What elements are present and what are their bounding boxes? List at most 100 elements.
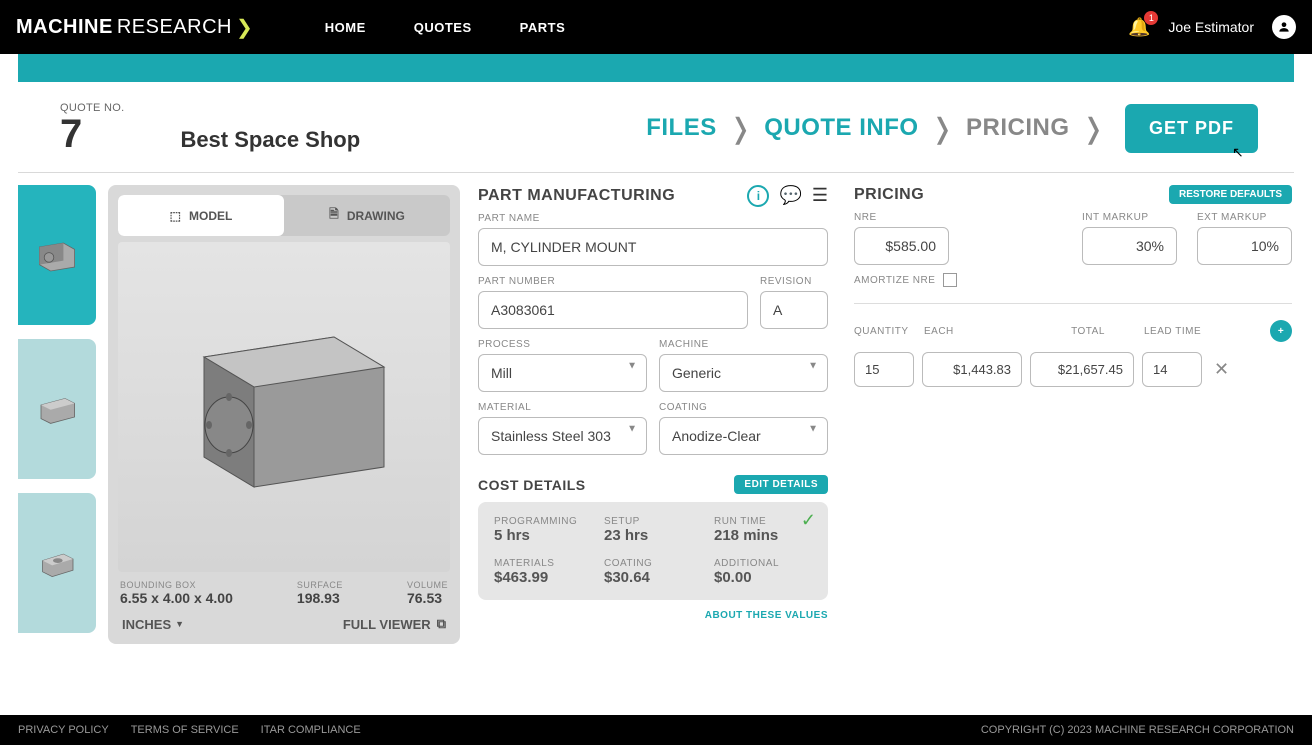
- about-values-link[interactable]: ABOUT THESE VALUES: [705, 610, 828, 621]
- ext-markup-label: EXT MARKUP: [1197, 212, 1292, 223]
- revision-label: REVISION: [760, 276, 828, 287]
- units-label: INCHES: [122, 617, 171, 632]
- restore-defaults-button[interactable]: RESTORE DEFAULTS: [1169, 185, 1292, 204]
- surface-value: 198.93: [297, 590, 343, 606]
- viewer-tabs: ⬚ MODEL 🗎 DRAWING: [118, 195, 450, 236]
- footer-privacy[interactable]: PRIVACY POLICY: [18, 724, 109, 736]
- quantity-input[interactable]: [854, 352, 914, 387]
- list-icon[interactable]: ☰: [812, 185, 828, 207]
- logo-chevron-icon: ❯: [236, 15, 253, 40]
- get-pdf-button[interactable]: GET PDF: [1125, 104, 1258, 153]
- coating-cost-value: $30.64: [604, 569, 702, 586]
- info-icon[interactable]: i: [747, 185, 769, 207]
- programming-value: 5 hrs: [494, 527, 592, 544]
- volume-value: 76.53: [407, 590, 448, 606]
- thumbnail-2[interactable]: [18, 339, 96, 479]
- step-files[interactable]: FILES: [646, 114, 717, 142]
- machine-label: MACHINE: [659, 339, 828, 350]
- footer-tos[interactable]: TERMS OF SERVICE: [131, 724, 239, 736]
- thumbnail-1[interactable]: [18, 185, 96, 325]
- total-input[interactable]: [1030, 352, 1134, 387]
- teal-strip: [18, 54, 1294, 82]
- col-each: EACH: [924, 326, 1032, 337]
- mfg-title: PART MANUFACTURING: [478, 187, 675, 205]
- footer: PRIVACY POLICY TERMS OF SERVICE ITAR COM…: [0, 715, 1312, 745]
- step-quote-info[interactable]: QUOTE INFO: [764, 114, 918, 142]
- runtime-label: RUN TIME: [714, 516, 812, 527]
- nre-label: NRE: [854, 212, 949, 223]
- footer-copyright: COPYRIGHT (C) 2023 MACHINE RESEARCH CORP…: [981, 724, 1294, 736]
- part-number-label: PART NUMBER: [478, 276, 748, 287]
- amortize-checkbox[interactable]: [943, 273, 957, 287]
- tab-drawing[interactable]: 🗎 DRAWING: [284, 195, 450, 236]
- edit-details-button[interactable]: EDIT DETAILS: [734, 475, 828, 494]
- surface-label: SURFACE: [297, 580, 343, 590]
- coating-cost-label: COATING: [604, 558, 702, 569]
- runtime-value: 218 mins: [714, 527, 812, 544]
- ext-markup-input[interactable]: [1197, 227, 1292, 265]
- chevron-icon: ❭: [729, 112, 752, 145]
- col-quantity: QUANTITY: [854, 326, 924, 337]
- col-total: TOTAL: [1032, 326, 1144, 337]
- quote-name: Best Space Shop: [180, 127, 360, 153]
- int-markup-input[interactable]: [1082, 227, 1177, 265]
- full-viewer-label: FULL VIEWER: [343, 617, 431, 632]
- additional-value: $0.00: [714, 569, 812, 586]
- chevron-icon: ❭: [1082, 112, 1105, 145]
- setup-label: SETUP: [604, 516, 702, 527]
- material-select[interactable]: [478, 417, 647, 455]
- nav-quotes[interactable]: QUOTES: [414, 20, 472, 35]
- logo[interactable]: MACHINE RESEARCH ❯: [0, 15, 277, 40]
- bbox-label: BOUNDING BOX: [120, 580, 233, 590]
- top-header: MACHINE RESEARCH ❯ HOME QUOTES PARTS 🔔 1…: [0, 0, 1312, 54]
- thumbnail-3[interactable]: [18, 493, 96, 633]
- nav-home[interactable]: HOME: [325, 20, 366, 35]
- quote-no: 7: [60, 114, 124, 154]
- model-viewer: ⬚ MODEL 🗎 DRAWING BOUNDING BOX6.55 x 4.0…: [108, 185, 460, 644]
- each-input[interactable]: [922, 352, 1022, 387]
- logo-text-1: MACHINE: [16, 16, 113, 39]
- external-link-icon: ⧉: [437, 616, 446, 632]
- nav-parts[interactable]: PARTS: [520, 20, 566, 35]
- bbox-value: 6.55 x 4.00 x 4.00: [120, 590, 233, 606]
- col-lead: LEAD TIME: [1144, 326, 1224, 337]
- materials-value: $463.99: [494, 569, 592, 586]
- full-viewer-link[interactable]: FULL VIEWER ⧉: [343, 616, 446, 632]
- avatar-icon[interactable]: [1272, 15, 1296, 39]
- process-select[interactable]: [478, 354, 647, 392]
- part-manufacturing-panel: PART MANUFACTURING i 💬 ☰ PART NAME PART …: [472, 185, 834, 644]
- materials-label: MATERIALS: [494, 558, 592, 569]
- comment-icon[interactable]: 💬: [779, 185, 801, 207]
- viewer-canvas[interactable]: [118, 242, 450, 572]
- cost-details-box: ✓ PROGRAMMING5 hrs SETUP23 hrs RUN TIME2…: [478, 502, 828, 600]
- chevron-down-icon: ▼: [175, 619, 184, 629]
- tab-model-label: MODEL: [189, 209, 232, 223]
- part-number-input[interactable]: [478, 291, 748, 329]
- lead-time-input[interactable]: [1142, 352, 1202, 387]
- checkmark-icon: ✓: [801, 510, 816, 531]
- nre-input[interactable]: [854, 227, 949, 265]
- process-label: PROCESS: [478, 339, 647, 350]
- footer-itar[interactable]: ITAR COMPLIANCE: [261, 724, 361, 736]
- user-name[interactable]: Joe Estimator: [1168, 19, 1254, 35]
- coating-select[interactable]: [659, 417, 828, 455]
- add-row-button[interactable]: +: [1270, 320, 1292, 342]
- coating-label: COATING: [659, 402, 828, 413]
- logo-text-2: RESEARCH: [117, 16, 232, 39]
- tab-model[interactable]: ⬚ MODEL: [118, 195, 284, 236]
- pricing-panel: PRICING RESTORE DEFAULTS NRE INT MARKUP …: [846, 185, 1312, 644]
- cost-details-title: COST DETAILS: [478, 477, 586, 493]
- part-name-input[interactable]: [478, 228, 828, 266]
- units-select[interactable]: INCHES ▼: [122, 617, 184, 632]
- int-markup-label: INT MARKUP: [1082, 212, 1177, 223]
- revision-input[interactable]: [760, 291, 828, 329]
- step-pricing[interactable]: PRICING: [966, 114, 1070, 142]
- setup-value: 23 hrs: [604, 527, 702, 544]
- delete-row-icon[interactable]: ✕: [1214, 359, 1229, 380]
- part-name-label: PART NAME: [478, 213, 828, 224]
- volume-label: VOLUME: [407, 580, 448, 590]
- material-label: MATERIAL: [478, 402, 647, 413]
- document-icon: 🗎: [329, 205, 339, 226]
- notification-bell-icon[interactable]: 🔔 1: [1128, 17, 1150, 38]
- machine-select[interactable]: [659, 354, 828, 392]
